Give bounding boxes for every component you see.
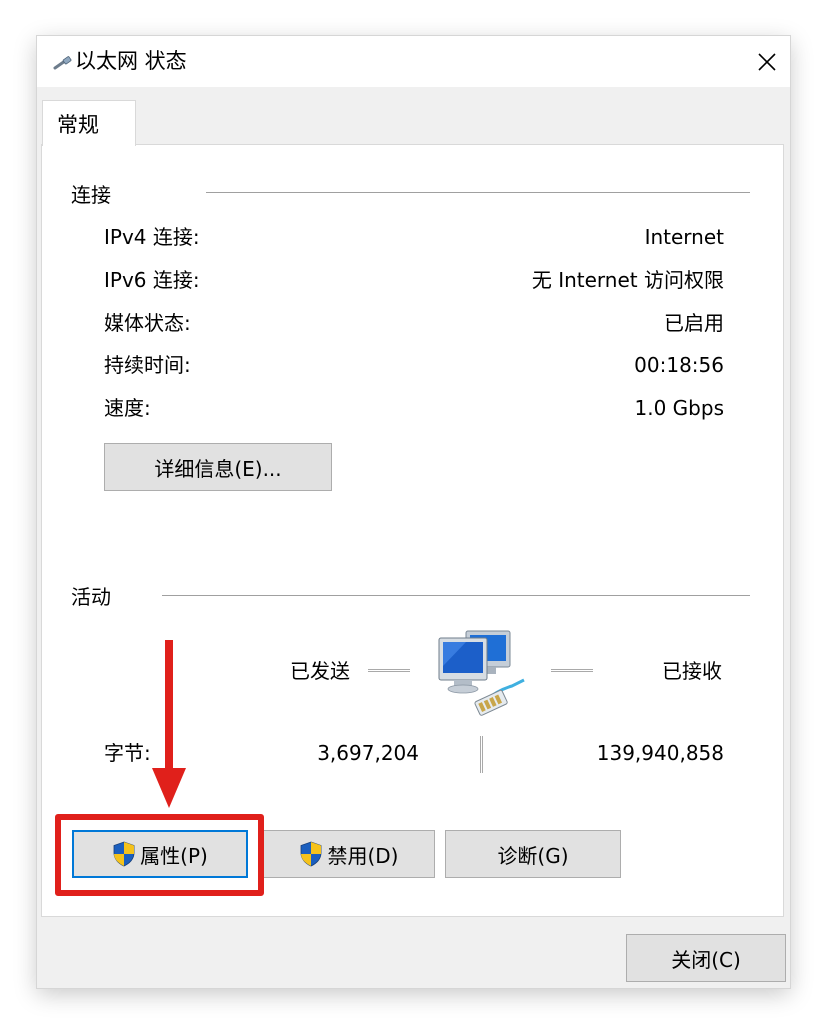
activity-divider: [162, 595, 750, 596]
disable-button[interactable]: 禁用(D): [263, 830, 435, 878]
bytes-separator: [480, 736, 483, 773]
media-state-value: 已启用: [664, 311, 724, 335]
tab-general[interactable]: 常规: [42, 100, 136, 146]
close-icon: [758, 52, 776, 71]
ipv6-value: 无 Internet 访问权限: [531, 268, 724, 292]
media-state-label: 媒体状态:: [104, 311, 191, 335]
window-title: 以太网 状态: [75, 49, 187, 73]
network-computers-icon: [438, 630, 525, 716]
diagnose-button[interactable]: 诊断(G): [445, 830, 621, 878]
connection-heading: 连接: [71, 183, 111, 207]
tab-general-label: 常规: [57, 113, 99, 137]
close-button[interactable]: 关闭(C): [626, 934, 786, 982]
annotation-arrow: [152, 640, 186, 808]
bytes-received-value: 139,940,858: [596, 741, 724, 765]
bytes-sent-value: 3,697,204: [317, 741, 419, 765]
ipv4-label: IPv4 连接:: [104, 225, 200, 249]
close-button-label: 关闭(C): [671, 947, 741, 972]
ipv6-label: IPv6 连接:: [104, 268, 200, 292]
details-button-label: 详细信息(E)...: [154, 456, 282, 481]
received-line: [551, 669, 593, 672]
annotation-highlight-box: [55, 814, 264, 896]
activity-heading: 活动: [71, 585, 111, 609]
details-button[interactable]: 详细信息(E)...: [104, 443, 332, 491]
speed-value: 1.0 Gbps: [634, 396, 724, 420]
duration-value: 00:18:56: [634, 353, 724, 377]
duration-label: 持续时间:: [104, 353, 191, 377]
close-window-button[interactable]: [744, 36, 790, 87]
diagnose-button-label: 诊断(G): [497, 843, 569, 868]
connection-divider: [206, 192, 750, 193]
disable-button-label: 禁用(D): [327, 843, 399, 868]
ipv4-value: Internet: [644, 225, 724, 249]
uac-shield-icon: [301, 841, 322, 867]
sent-line: [368, 669, 410, 672]
received-label: 已接收: [662, 659, 722, 683]
title-bar[interactable]: 以太网 状态: [37, 36, 790, 87]
sent-label: 已发送: [290, 659, 350, 683]
bytes-label: 字节:: [104, 741, 151, 765]
speed-label: 速度:: [104, 396, 151, 420]
ethernet-cable-icon: [53, 56, 72, 70]
